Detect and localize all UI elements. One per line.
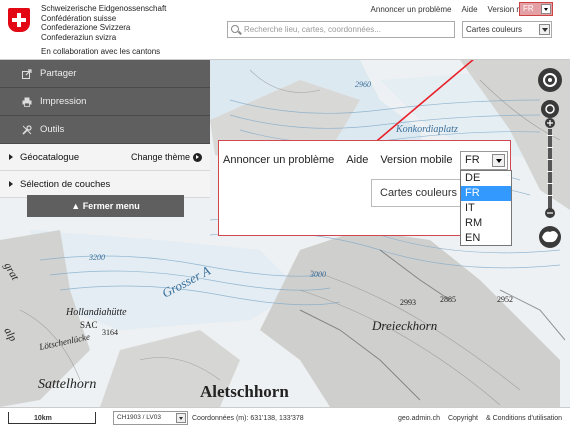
map-label-2952: 2952	[497, 295, 513, 304]
map-label-3000: 3000	[309, 270, 326, 279]
chevron-down-icon	[539, 24, 550, 35]
confederation-line-rm: Confederaziun svizra	[41, 32, 117, 42]
change-theme-link[interactable]: Change thème	[131, 144, 190, 171]
scale-bar: 10km	[8, 412, 96, 424]
sidebar-item-share[interactable]: Partager	[0, 60, 210, 88]
confederation-names: Schweizerische Eidgenossenschaft Confédé…	[41, 4, 166, 42]
map-label-dreieckhorn: Dreieckhorn	[371, 318, 437, 333]
sidebar-panel-geocatalog[interactable]: Géocatalogue Change thème	[0, 144, 210, 171]
sidebar-item-label: Impression	[40, 96, 87, 107]
coordinates-readout: Coordonnées (m): 631'138, 133'378	[192, 415, 304, 422]
close-menu-button[interactable]: ▲ Fermer menu	[27, 195, 184, 217]
callout-language-value: FR	[465, 154, 480, 166]
footer: 10km CH1903 / LV03 Coordonnées (m): 631'…	[0, 407, 570, 430]
language-option-en[interactable]: EN	[461, 231, 511, 246]
confederation-line-de: Schweizerische Eidgenossenschaft	[41, 4, 167, 13]
caret-right-icon	[9, 181, 13, 187]
language-option-it[interactable]: IT	[461, 201, 511, 216]
copyright-link[interactable]: Copyright	[448, 415, 478, 422]
zoom-out-button[interactable]	[545, 208, 555, 218]
callout-links: Annoncer un problème Aide Version mobile	[223, 154, 452, 166]
map-label-3200: 3200	[88, 253, 105, 262]
footer-links: geo.admin.ch Copyright & Conditions d'ut…	[398, 415, 562, 422]
geolocate-button[interactable]	[541, 100, 559, 118]
scale-label: 10km	[34, 415, 52, 422]
sidebar-panel-label: Sélection de couches	[20, 179, 111, 190]
chevron-down-icon	[541, 4, 551, 14]
switzerland-extent-button[interactable]	[539, 226, 561, 248]
projection-value: CH1903 / LV03	[117, 414, 161, 421]
search-placeholder: Recherche lieu, cartes, coordonnées...	[244, 25, 381, 34]
print-icon	[22, 97, 32, 107]
callout-mobile-version-link[interactable]: Version mobile	[380, 154, 452, 166]
map-label-sac: SAC	[80, 320, 98, 330]
map-label-2885: 2885	[440, 295, 456, 304]
chevron-down-icon	[492, 154, 505, 167]
circle-arrow-right-icon	[193, 153, 202, 162]
compass-button[interactable]	[538, 68, 562, 92]
map-label-konkordiaplatz: Konkordiaplatz	[395, 124, 458, 135]
map-label-aletschhorn: Aletschhorn	[200, 382, 289, 401]
background-layer-value: Cartes couleurs	[466, 25, 523, 34]
callout-layer-select[interactable]: Cartes couleurs	[371, 179, 463, 207]
map-label-2960: 2960	[355, 80, 371, 89]
header: Schweizerische Eidgenossenschaft Confédé…	[0, 0, 570, 60]
site-link[interactable]: geo.admin.ch	[398, 415, 440, 422]
terms-link[interactable]: & Conditions d'utilisation	[486, 415, 562, 422]
callout-report-problem-link[interactable]: Annoncer un problème	[223, 154, 334, 166]
search-input[interactable]: Recherche lieu, cartes, coordonnées...	[227, 21, 455, 38]
projection-select[interactable]: CH1903 / LV03	[113, 411, 188, 425]
background-layer-select[interactable]: Cartes couleurs	[462, 21, 552, 38]
chevron-down-icon	[176, 413, 186, 423]
map-label-hollandiahutte: Hollandiahütte	[65, 307, 127, 318]
language-option-rm[interactable]: RM	[461, 216, 511, 231]
language-select-value: FR	[523, 4, 534, 13]
sidebar-item-label: Partager	[40, 68, 77, 79]
search-icon	[231, 25, 239, 33]
share-icon	[22, 69, 32, 79]
sidebar-panel-label: Géocatalogue	[20, 152, 80, 163]
sidebar: Partager Impression Outils Géocatalogue …	[0, 60, 210, 198]
map-label-3164: 3164	[102, 328, 118, 337]
callout-language-select[interactable]: FR	[460, 151, 508, 170]
zoom-slider[interactable]	[547, 129, 553, 209]
language-select[interactable]: FR	[519, 2, 553, 16]
help-link[interactable]: Aide	[462, 5, 478, 14]
top-links: Annoncer un problème Aide Version mobile	[371, 5, 540, 14]
collaboration-text: En collaboration avec les cantons	[41, 47, 161, 56]
zoom-in-button[interactable]	[545, 118, 555, 128]
sidebar-panel-layer-selection[interactable]: Sélection de couches	[0, 171, 210, 198]
callout-help-link[interactable]: Aide	[346, 154, 368, 166]
map-controls	[538, 68, 562, 248]
language-option-fr[interactable]: FR	[461, 186, 511, 201]
map-label-sattelhorn: Sattelhorn	[38, 377, 96, 392]
map-label-2993: 2993	[400, 298, 416, 307]
sidebar-item-tools[interactable]: Outils	[0, 116, 210, 144]
caret-right-icon	[9, 154, 13, 160]
sidebar-item-label: Outils	[40, 124, 65, 135]
sidebar-item-print[interactable]: Impression	[0, 88, 210, 116]
confederation-line-it: Confederazione Svizzera	[41, 23, 131, 32]
confederation-line-fr: Confédération suisse	[41, 13, 117, 23]
language-option-de[interactable]: DE	[461, 171, 511, 186]
report-problem-link[interactable]: Annoncer un problème	[371, 5, 452, 14]
tools-icon	[22, 125, 32, 135]
language-dropdown: DE FR IT RM EN	[460, 170, 512, 246]
swiss-flag-icon	[8, 8, 30, 32]
